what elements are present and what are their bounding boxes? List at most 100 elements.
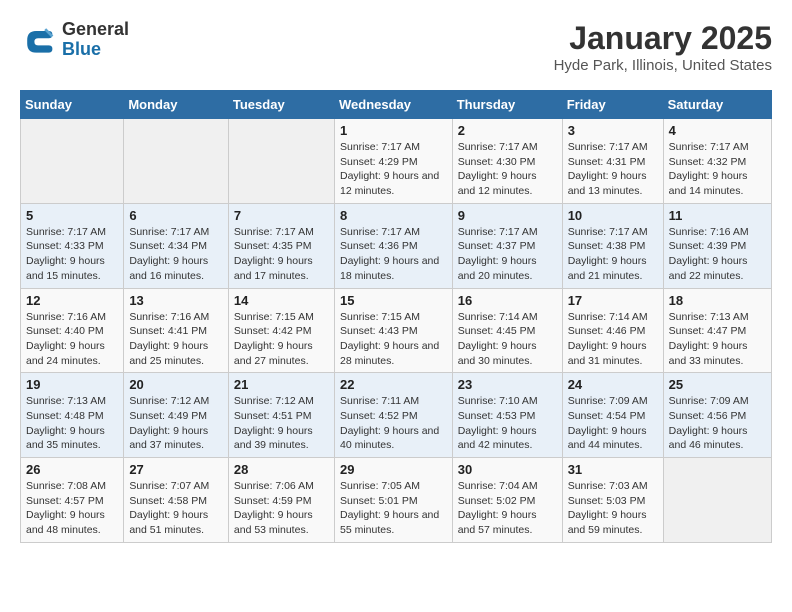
weekday-header-saturday: Saturday <box>663 91 771 119</box>
day-number: 2 <box>458 123 557 138</box>
title-block: January 2025 Hyde Park, Illinois, United… <box>554 20 772 74</box>
logo-icon <box>20 22 56 58</box>
day-number: 21 <box>234 377 329 392</box>
weekday-header-tuesday: Tuesday <box>228 91 334 119</box>
calendar-cell: 22 Sunrise: 7:11 AMSunset: 4:52 PMDayligh… <box>334 373 452 458</box>
day-info: Sunrise: 7:12 AMSunset: 4:51 PMDaylight:… <box>234 394 329 453</box>
week-row-5: 26Sunrise: 7:08 AMSunset: 4:57 PMDayligh… <box>21 458 772 543</box>
calendar-cell: 28 Sunrise: 7:06 AMSunset: 4:59 PMDayligh… <box>228 458 334 543</box>
calendar-cell: 18 Sunrise: 7:13 AMSunset: 4:47 PMDayligh… <box>663 288 771 373</box>
calendar-cell: 12Sunrise: 7:16 AMSunset: 4:40 PMDayligh… <box>21 288 124 373</box>
day-info: Sunrise: 7:09 AMSunset: 4:56 PMDaylight:… <box>669 394 766 453</box>
weekday-header-monday: Monday <box>124 91 229 119</box>
day-info: Sunrise: 7:10 AMSunset: 4:53 PMDaylight:… <box>458 394 557 453</box>
logo: General Blue <box>20 20 129 60</box>
calendar-cell: 17Sunrise: 7:14 AMSunset: 4:46 PMDayligh… <box>562 288 663 373</box>
day-info: Sunrise: 7:14 AMSunset: 4:45 PMDaylight:… <box>458 310 557 369</box>
day-number: 6 <box>129 208 223 223</box>
calendar-cell: 2 Sunrise: 7:17 AMSunset: 4:30 PMDaylight… <box>452 119 562 204</box>
day-number: 10 <box>568 208 658 223</box>
day-info: Sunrise: 7:17 AMSunset: 4:32 PMDaylight:… <box>669 140 766 199</box>
day-number: 3 <box>568 123 658 138</box>
calendar-cell <box>124 119 229 204</box>
day-number: 11 <box>669 208 766 223</box>
calendar-cell <box>21 119 124 204</box>
weekday-header-friday: Friday <box>562 91 663 119</box>
day-info: Sunrise: 7:15 AMSunset: 4:42 PMDaylight:… <box>234 310 329 369</box>
logo-general: General <box>62 20 129 40</box>
day-number: 16 <box>458 293 557 308</box>
calendar-cell: 13Sunrise: 7:16 AMSunset: 4:41 PMDayligh… <box>124 288 229 373</box>
day-info: Sunrise: 7:17 AMSunset: 4:37 PMDaylight:… <box>458 225 557 284</box>
calendar-cell: 4Sunrise: 7:17 AMSunset: 4:32 PMDaylight… <box>663 119 771 204</box>
day-info: Sunrise: 7:17 AMSunset: 4:34 PMDaylight:… <box>129 225 223 284</box>
day-info: Sunrise: 7:05 AMSunset: 5:01 PMDaylight:… <box>340 479 447 538</box>
logo-blue: Blue <box>62 40 129 60</box>
day-info: Sunrise: 7:17 AMSunset: 4:36 PMDaylight:… <box>340 225 447 284</box>
calendar-cell: 11Sunrise: 7:16 AMSunset: 4:39 PMDayligh… <box>663 203 771 288</box>
calendar-cell: 7 Sunrise: 7:17 AMSunset: 4:35 PMDaylight… <box>228 203 334 288</box>
calendar-cell <box>663 458 771 543</box>
day-info: Sunrise: 7:17 AMSunset: 4:38 PMDaylight:… <box>568 225 658 284</box>
week-row-1: 1 Sunrise: 7:17 AMSunset: 4:29 PMDaylight… <box>21 119 772 204</box>
page-header: General Blue January 2025 Hyde Park, Ill… <box>20 20 772 74</box>
calendar-cell: 19Sunrise: 7:13 AMSunset: 4:48 PMDayligh… <box>21 373 124 458</box>
calendar-cell: 9 Sunrise: 7:17 AMSunset: 4:37 PMDaylight… <box>452 203 562 288</box>
day-number: 1 <box>340 123 447 138</box>
day-info: Sunrise: 7:13 AMSunset: 4:48 PMDaylight:… <box>26 394 118 453</box>
day-number: 18 <box>669 293 766 308</box>
day-info: Sunrise: 7:06 AMSunset: 4:59 PMDaylight:… <box>234 479 329 538</box>
day-number: 17 <box>568 293 658 308</box>
day-number: 12 <box>26 293 118 308</box>
day-number: 14 <box>234 293 329 308</box>
weekday-header-thursday: Thursday <box>452 91 562 119</box>
calendar-cell: 14 Sunrise: 7:15 AMSunset: 4:42 PMDayligh… <box>228 288 334 373</box>
day-info: Sunrise: 7:04 AMSunset: 5:02 PMDaylight:… <box>458 479 557 538</box>
calendar-cell: 26Sunrise: 7:08 AMSunset: 4:57 PMDayligh… <box>21 458 124 543</box>
day-info: Sunrise: 7:16 AMSunset: 4:41 PMDaylight:… <box>129 310 223 369</box>
day-info: Sunrise: 7:17 AMSunset: 4:29 PMDaylight:… <box>340 140 447 199</box>
day-number: 22 <box>340 377 447 392</box>
calendar-cell: 20 Sunrise: 7:12 AMSunset: 4:49 PMDayligh… <box>124 373 229 458</box>
calendar-cell: 5Sunrise: 7:17 AMSunset: 4:33 PMDaylight… <box>21 203 124 288</box>
day-info: Sunrise: 7:15 AMSunset: 4:43 PMDaylight:… <box>340 310 447 369</box>
weekday-header-sunday: Sunday <box>21 91 124 119</box>
day-info: Sunrise: 7:17 AMSunset: 4:35 PMDaylight:… <box>234 225 329 284</box>
day-info: Sunrise: 7:12 AMSunset: 4:49 PMDaylight:… <box>129 394 223 453</box>
day-number: 9 <box>458 208 557 223</box>
week-row-2: 5Sunrise: 7:17 AMSunset: 4:33 PMDaylight… <box>21 203 772 288</box>
week-row-3: 12Sunrise: 7:16 AMSunset: 4:40 PMDayligh… <box>21 288 772 373</box>
calendar-cell: 6 Sunrise: 7:17 AMSunset: 4:34 PMDaylight… <box>124 203 229 288</box>
day-info: Sunrise: 7:17 AMSunset: 4:31 PMDaylight:… <box>568 140 658 199</box>
day-info: Sunrise: 7:09 AMSunset: 4:54 PMDaylight:… <box>568 394 658 453</box>
day-info: Sunrise: 7:13 AMSunset: 4:47 PMDaylight:… <box>669 310 766 369</box>
calendar-cell: 16 Sunrise: 7:14 AMSunset: 4:45 PMDayligh… <box>452 288 562 373</box>
calendar-cell: 8 Sunrise: 7:17 AMSunset: 4:36 PMDaylight… <box>334 203 452 288</box>
day-number: 25 <box>669 377 766 392</box>
day-number: 20 <box>129 377 223 392</box>
day-number: 27 <box>129 462 223 477</box>
day-number: 5 <box>26 208 118 223</box>
day-number: 26 <box>26 462 118 477</box>
calendar-cell: 31Sunrise: 7:03 AMSunset: 5:03 PMDayligh… <box>562 458 663 543</box>
calendar-cell: 29 Sunrise: 7:05 AMSunset: 5:01 PMDayligh… <box>334 458 452 543</box>
calendar-cell: 27Sunrise: 7:07 AMSunset: 4:58 PMDayligh… <box>124 458 229 543</box>
calendar-cell: 30Sunrise: 7:04 AMSunset: 5:02 PMDayligh… <box>452 458 562 543</box>
calendar-cell: 15 Sunrise: 7:15 AMSunset: 4:43 PMDayligh… <box>334 288 452 373</box>
calendar-cell: 25 Sunrise: 7:09 AMSunset: 4:56 PMDayligh… <box>663 373 771 458</box>
day-info: Sunrise: 7:17 AMSunset: 4:30 PMDaylight:… <box>458 140 557 199</box>
day-number: 8 <box>340 208 447 223</box>
calendar-cell: 10 Sunrise: 7:17 AMSunset: 4:38 PMDayligh… <box>562 203 663 288</box>
calendar-table: SundayMondayTuesdayWednesdayThursdayFrid… <box>20 90 772 543</box>
calendar-cell: 3 Sunrise: 7:17 AMSunset: 4:31 PMDaylight… <box>562 119 663 204</box>
day-number: 15 <box>340 293 447 308</box>
calendar-cell: 23 Sunrise: 7:10 AMSunset: 4:53 PMDayligh… <box>452 373 562 458</box>
weekday-header-wednesday: Wednesday <box>334 91 452 119</box>
day-number: 7 <box>234 208 329 223</box>
day-number: 23 <box>458 377 557 392</box>
day-number: 28 <box>234 462 329 477</box>
day-info: Sunrise: 7:11 AMSunset: 4:52 PMDaylight:… <box>340 394 447 453</box>
day-number: 24 <box>568 377 658 392</box>
weekday-header-row: SundayMondayTuesdayWednesdayThursdayFrid… <box>21 91 772 119</box>
day-number: 29 <box>340 462 447 477</box>
